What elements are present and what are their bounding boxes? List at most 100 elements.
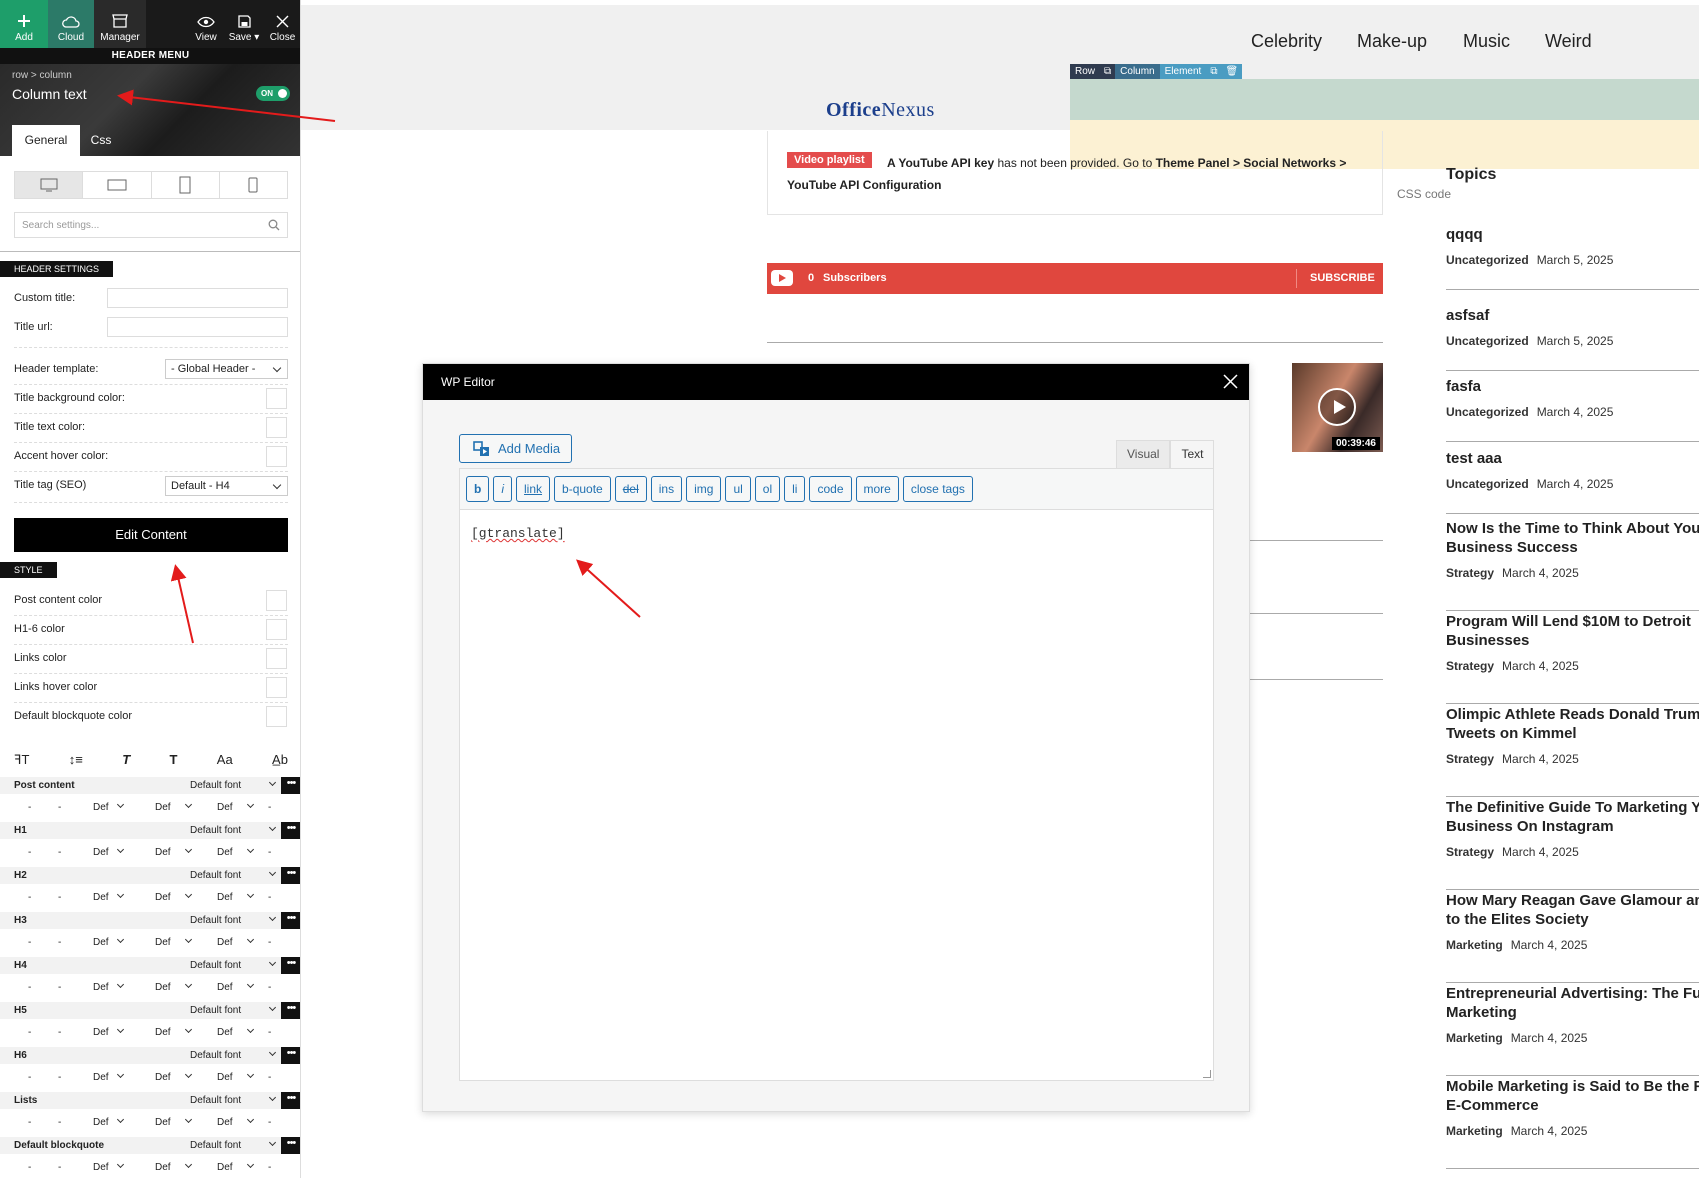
typo-value[interactable]: -	[28, 802, 31, 813]
breadcrumb-column[interactable]: column	[40, 70, 72, 81]
typo-value[interactable]: -	[58, 1162, 61, 1173]
quicktag-more-button[interactable]: more	[855, 476, 899, 502]
chevron-down-icon[interactable]	[116, 1115, 125, 1124]
more-options-button[interactable]: •••	[281, 867, 300, 884]
chevron-down-icon[interactable]	[246, 890, 255, 899]
manager-button[interactable]: Manager	[94, 0, 146, 48]
chevron-down-icon[interactable]	[116, 800, 125, 809]
site-logo[interactable]: OfficeNexus	[826, 99, 935, 122]
post-category[interactable]: Uncategorized	[1446, 405, 1529, 419]
custom-title-input[interactable]	[107, 288, 288, 308]
tab-css[interactable]: Css	[80, 125, 122, 156]
quicktag-code-button[interactable]: code	[809, 476, 852, 502]
font-family-select[interactable]: Default font	[190, 1140, 241, 1151]
post-title-line2[interactable]: Tweets on Kimmel	[1446, 724, 1699, 743]
chevron-down-icon[interactable]	[268, 1093, 277, 1102]
title-text-color-swatch[interactable]	[266, 417, 287, 438]
add-button[interactable]: Add	[0, 0, 48, 48]
quicktag-ol-button[interactable]: ol	[754, 476, 781, 502]
typo-value[interactable]: Def	[155, 982, 171, 993]
chevron-down-icon[interactable]	[246, 1160, 255, 1169]
more-options-button[interactable]: •••	[281, 1047, 300, 1064]
typo-value[interactable]: Def	[93, 1162, 109, 1173]
sidebar-post[interactable]: Mobile Marketing is Said to Be the Futur…	[1446, 1077, 1699, 1169]
typo-value[interactable]: Def	[93, 937, 109, 948]
post-title[interactable]: qqqq	[1446, 225, 1699, 244]
sidebar-post[interactable]: Now Is the Time to Think About Your Busin…	[1446, 519, 1699, 611]
more-options-button[interactable]: •••	[281, 1137, 300, 1154]
chevron-down-icon[interactable]	[116, 1070, 125, 1079]
row-copy-icon[interactable]: ⧉	[1100, 64, 1116, 79]
row-control[interactable]: Row	[1070, 64, 1101, 79]
post-category[interactable]: Uncategorized	[1446, 253, 1529, 267]
sidebar-post[interactable]: Entrepreneurial Advertising: The Future …	[1446, 984, 1699, 1076]
tab-general[interactable]: General	[12, 125, 80, 156]
quicktag-link-button[interactable]: link	[516, 476, 551, 502]
post-category[interactable]: Strategy	[1446, 566, 1494, 580]
typo-value[interactable]: -	[58, 892, 61, 903]
typo-value[interactable]: -	[28, 982, 31, 993]
post-category[interactable]: Marketing	[1446, 938, 1503, 952]
typo-value[interactable]: Def	[217, 847, 233, 858]
h1-6-color-swatch[interactable]	[266, 619, 287, 640]
resize-handle[interactable]	[1203, 1070, 1211, 1078]
post-category[interactable]: Strategy	[1446, 659, 1494, 673]
typo-value[interactable]: Def	[93, 1117, 109, 1128]
typo-value[interactable]: Def	[93, 892, 109, 903]
cloud-button[interactable]: Cloud	[48, 0, 94, 48]
post-title[interactable]: asfsaf	[1446, 306, 1699, 325]
typo-value[interactable]: -	[268, 982, 271, 993]
quicktag-close-tags-button[interactable]: close tags	[902, 476, 973, 502]
close-button[interactable]: Close	[264, 0, 300, 48]
post-category[interactable]: Strategy	[1446, 752, 1494, 766]
typo-value[interactable]: -	[58, 982, 61, 993]
typo-value[interactable]: -	[58, 1072, 61, 1083]
element-toggle[interactable]: ON	[256, 86, 290, 101]
typo-value[interactable]: -	[58, 802, 61, 813]
quicktag-i-button[interactable]: i	[493, 476, 513, 502]
typo-value[interactable]: -	[268, 1027, 271, 1038]
more-options-button[interactable]: •••	[281, 1092, 300, 1109]
typo-value[interactable]: -	[268, 802, 271, 813]
chevron-down-icon[interactable]	[184, 935, 193, 944]
typo-value[interactable]: -	[58, 1027, 61, 1038]
post-category[interactable]: Uncategorized	[1446, 334, 1529, 348]
typo-value[interactable]: Def	[155, 1117, 171, 1128]
element-copy-icon[interactable]: ⧉	[1206, 64, 1222, 79]
font-family-select[interactable]: Default font	[190, 780, 241, 791]
more-options-button[interactable]: •••	[281, 912, 300, 929]
font-family-select[interactable]: Default font	[190, 960, 241, 971]
chevron-down-icon[interactable]	[246, 845, 255, 854]
typo-value[interactable]: -	[58, 847, 61, 858]
typo-value[interactable]: Def	[93, 1027, 109, 1038]
tablet-landscape-icon[interactable]	[83, 172, 152, 198]
title-tag-select[interactable]: Default - H4	[165, 476, 288, 496]
element-control[interactable]: Element	[1159, 64, 1207, 79]
chevron-down-icon[interactable]	[268, 913, 277, 922]
desktop-icon[interactable]	[15, 172, 84, 198]
typo-value[interactable]: -	[28, 1162, 31, 1173]
typo-value[interactable]: Def	[155, 937, 171, 948]
video-thumbnail[interactable]: 00:39:46	[1292, 363, 1383, 452]
quicktag-img-button[interactable]: img	[686, 476, 722, 502]
post-title-line2[interactable]: Business On Instagram	[1446, 817, 1699, 836]
post-title[interactable]: Entrepreneurial Advertising: The Future …	[1446, 984, 1699, 1003]
column-control[interactable]: Column	[1115, 64, 1160, 79]
font-family-select[interactable]: Default font	[190, 1050, 241, 1061]
typo-value[interactable]: -	[268, 892, 271, 903]
typo-value[interactable]: Def	[93, 802, 109, 813]
nav-make-up[interactable]: Make-up	[1357, 31, 1427, 52]
chevron-down-icon[interactable]	[246, 935, 255, 944]
post-title[interactable]: Program Will Lend $10M to Detroit	[1446, 612, 1699, 631]
chevron-down-icon[interactable]	[184, 1025, 193, 1034]
post-title-line2[interactable]: Marketing	[1446, 1003, 1699, 1022]
typo-value[interactable]: Def	[217, 892, 233, 903]
typo-value[interactable]: Def	[155, 892, 171, 903]
chevron-down-icon[interactable]	[268, 1138, 277, 1147]
typo-value[interactable]: Def	[155, 1072, 171, 1083]
typo-value[interactable]: Def	[217, 1162, 233, 1173]
typo-value[interactable]: -	[28, 1027, 31, 1038]
quicktag-ul-button[interactable]: ul	[725, 476, 751, 502]
sidebar-post[interactable]: How Mary Reagan Gave Glamour and to the E…	[1446, 891, 1699, 983]
save-button[interactable]: Save ▾	[224, 0, 264, 48]
